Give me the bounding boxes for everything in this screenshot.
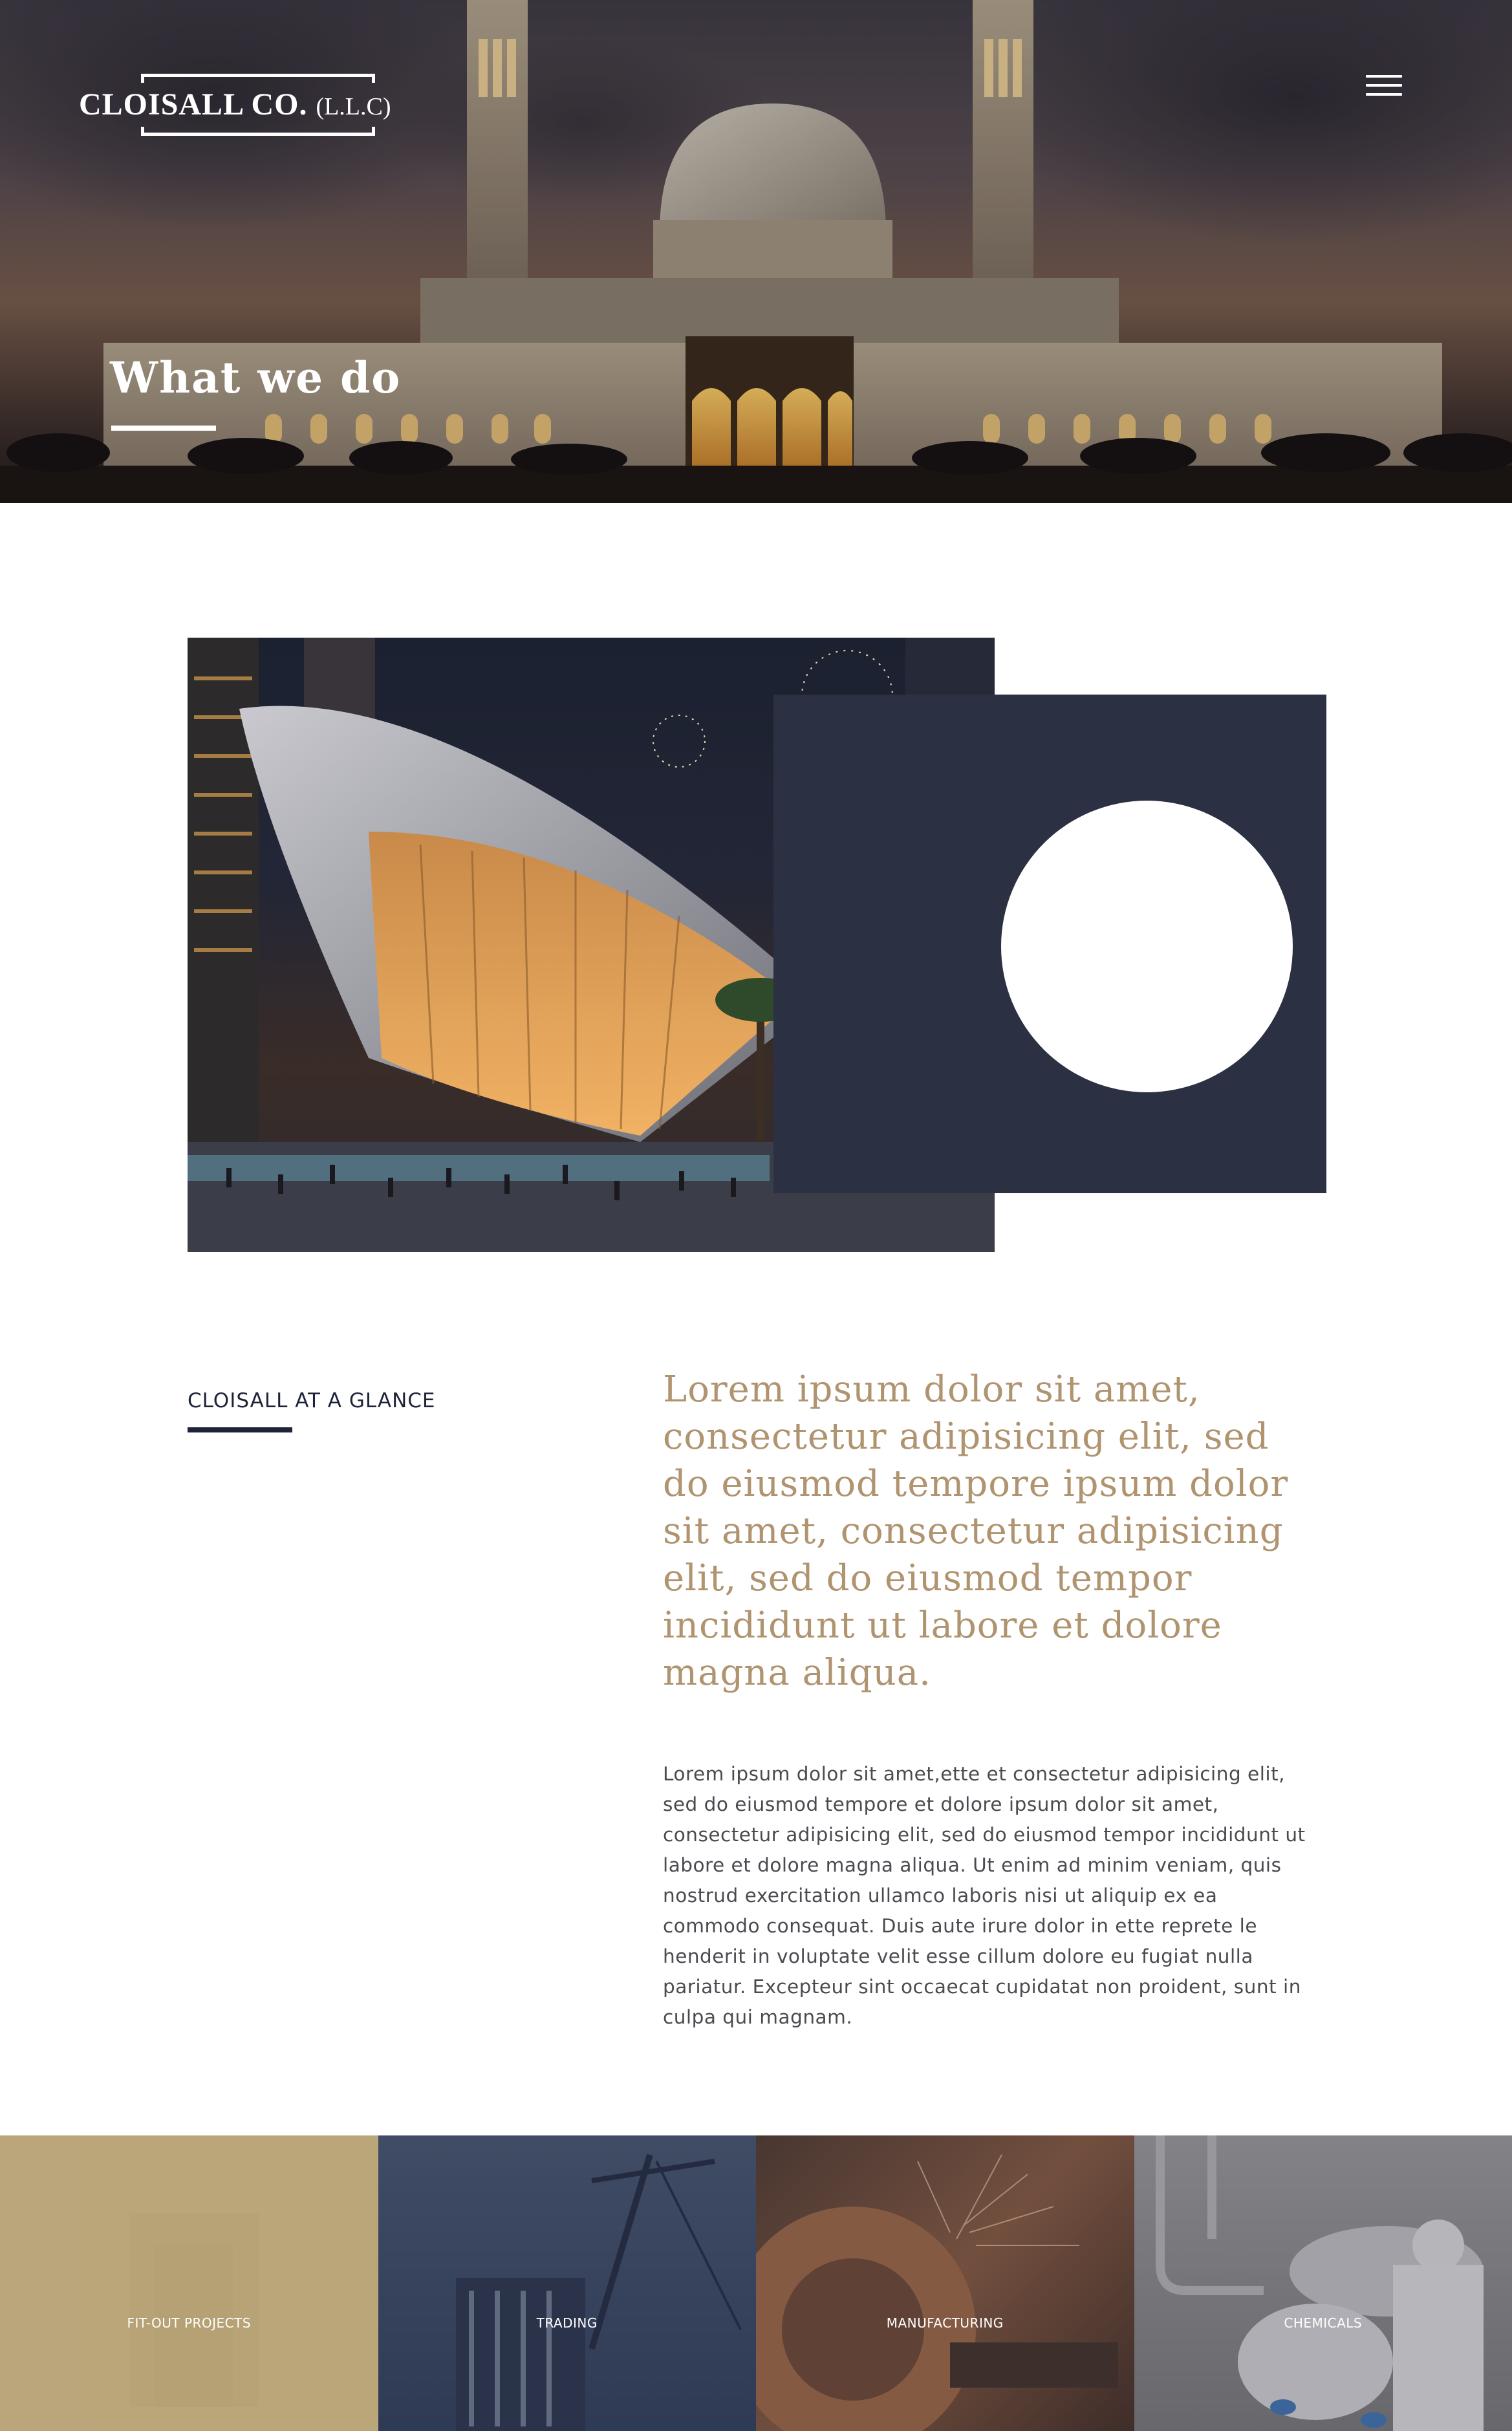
logo-frame-bottom [141,127,375,136]
tile-overlay [756,2135,1134,2431]
tile-fit-out-projects[interactable]: FIT-OUT PROJECTS [0,2135,378,2431]
tile-overlay [1134,2135,1512,2431]
logo-frame-top [141,74,375,83]
menu-line [1366,84,1402,87]
hero-banner: CLOISALL CO. (L.L.C) What we do [0,0,1512,503]
logo-text: CLOISALL CO. (L.L.C) [79,87,391,122]
menu-line [1366,75,1402,78]
category-tiles: FIT-OUT PROJECTS TRADING MANUFACTURING C… [0,2135,1512,2431]
hamburger-menu-icon[interactable] [1366,72,1405,101]
tile-label: MANUFACTURING [886,2315,1004,2331]
menu-line [1366,93,1402,96]
tile-label: CHEMICALS [1284,2315,1363,2331]
tile-manufacturing[interactable]: MANUFACTURING [756,2135,1134,2431]
logo-suffix: (L.L.C) [316,93,391,120]
site-logo[interactable]: CLOISALL CO. (L.L.C) [79,72,391,137]
tile-label: FIT-OUT PROJECTS [127,2315,252,2331]
title-underline [111,426,216,431]
play-circle-button[interactable] [1001,801,1293,1092]
tile-chemicals[interactable]: CHEMICALS [1134,2135,1512,2431]
lead-paragraph: Lorem ipsum dolor sit amet, consectetur … [663,1368,1289,1694]
logo-name: CLOISALL CO. [79,87,308,122]
tile-trading[interactable]: TRADING [378,2135,756,2431]
tile-overlay [0,2135,378,2431]
section-label-underline [188,1427,292,1432]
page-title: What we do [110,352,402,403]
tile-overlay [378,2135,756,2431]
section-label: CLOISALL AT A GLANCE [188,1389,436,1412]
body-paragraph: Lorem ipsum dolor sit amet,ette et conse… [663,1763,1306,2028]
tile-label: TRADING [536,2315,598,2331]
